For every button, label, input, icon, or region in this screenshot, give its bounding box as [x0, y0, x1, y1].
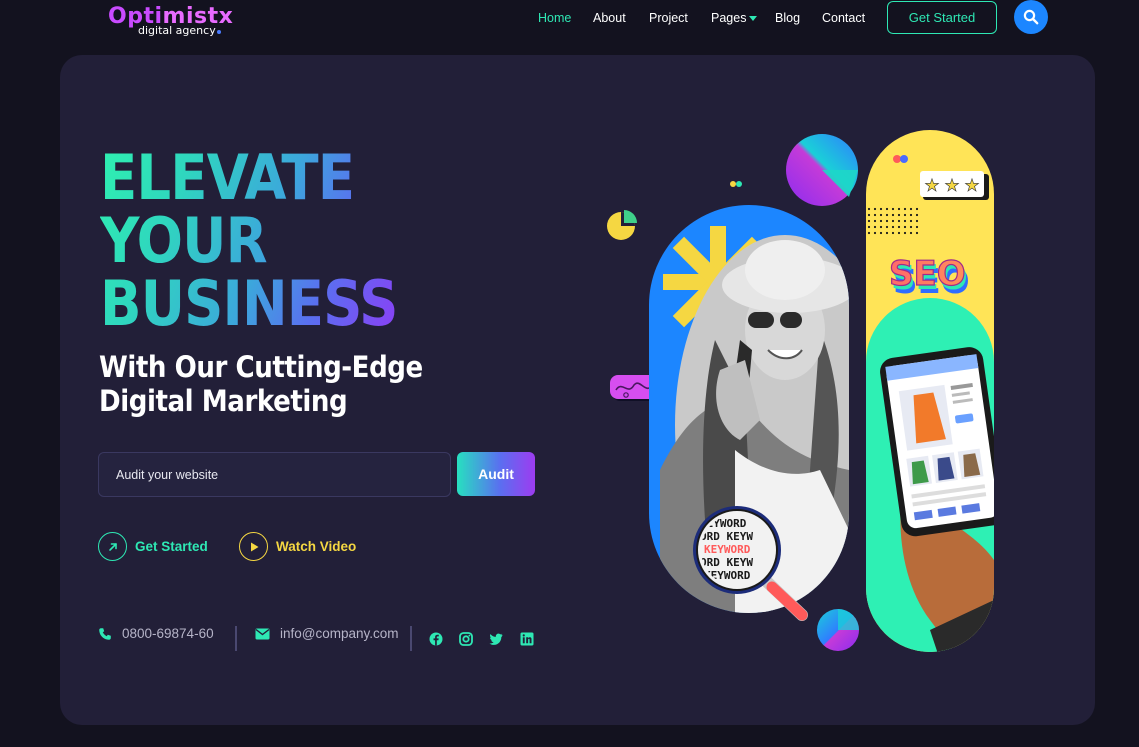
nav-item-blog[interactable]: Blog	[775, 11, 800, 25]
audit-website-input[interactable]	[98, 452, 451, 497]
hero-subheading: With Our Cutting-Edge Digital Marketing	[99, 350, 423, 418]
get-started-link-label: Get Started	[135, 539, 208, 554]
phone-contact[interactable]: 0800-69874-60	[98, 626, 214, 641]
subheading-line-1: With Our Cutting-Edge	[99, 350, 423, 384]
audit-button[interactable]: Audit	[457, 452, 535, 496]
phone-icon	[99, 627, 111, 640]
svg-text:KEYWORD: KEYWORD	[704, 543, 751, 556]
nav-item-about[interactable]: About	[593, 11, 626, 25]
instagram-icon[interactable]	[459, 632, 473, 646]
headline-line-1: ELEVATE	[100, 141, 355, 214]
decor-dot	[893, 155, 901, 163]
watch-video-link-label: Watch Video	[276, 539, 357, 554]
decor-dot	[900, 155, 908, 163]
hero-headline: ELEVATE YOUR BUSINESS	[100, 146, 398, 335]
contact-divider	[410, 626, 412, 651]
svg-text:ORD KEYW: ORD KEYW	[700, 556, 753, 569]
nav-item-pages-label: Pages	[711, 11, 747, 25]
svg-text:ORD KEYW: ORD KEYW	[700, 530, 753, 543]
contact-divider	[235, 626, 237, 651]
arrow-up-right-icon	[98, 532, 127, 561]
envelope-icon	[255, 628, 270, 639]
linkedin-icon[interactable]	[520, 632, 534, 646]
nav-item-home[interactable]: Home	[538, 11, 571, 25]
watch-video-link[interactable]: Watch Video	[239, 532, 356, 561]
subheading-line-2: Digital Marketing	[99, 384, 348, 418]
twitter-icon[interactable]	[489, 632, 503, 646]
chevron-down-icon	[749, 16, 758, 22]
headline-line-3: BUSINESS	[100, 267, 398, 340]
brand-tagline: digital agency	[138, 24, 221, 37]
decor-dot	[736, 181, 742, 187]
email-address: info@company.com	[280, 626, 399, 641]
nav-item-pages[interactable]: Pages	[711, 11, 758, 25]
email-contact[interactable]: info@company.com	[255, 626, 399, 641]
search-icon	[1023, 9, 1039, 25]
seo-label: SEO SEO SEO	[888, 253, 969, 302]
brand-logo[interactable]: Optimistx digital agency	[108, 4, 233, 37]
gradient-circle-small-decoration	[817, 609, 859, 651]
gradient-circle-decoration	[786, 134, 858, 206]
svg-text:SEO: SEO	[889, 254, 966, 294]
svg-text:★: ★	[944, 176, 959, 196]
svg-text:★: ★	[924, 176, 939, 196]
facebook-icon[interactable]	[429, 632, 443, 646]
headline-line-2: YOUR	[100, 204, 267, 277]
nav-item-contact[interactable]: Contact	[822, 11, 865, 25]
decor-dot	[730, 181, 736, 187]
play-icon	[239, 532, 268, 561]
svg-text:★: ★	[964, 176, 979, 196]
search-button[interactable]	[1014, 0, 1048, 34]
get-started-link[interactable]: Get Started	[98, 532, 208, 561]
nav-item-project[interactable]: Project	[649, 11, 688, 25]
get-started-button[interactable]: Get Started	[887, 1, 997, 34]
phone-number: 0800-69874-60	[122, 626, 214, 641]
star-rating-tag: ★ ★ ★	[920, 171, 989, 200]
